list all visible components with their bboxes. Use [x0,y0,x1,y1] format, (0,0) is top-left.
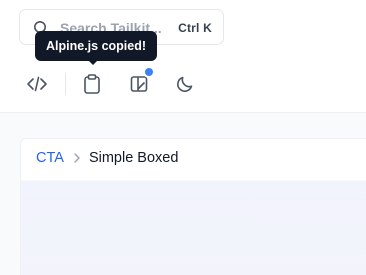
breadcrumb: CTA Simple Boxed [36,150,178,166]
notification-dot [145,68,153,76]
moon-icon [177,76,193,92]
tooltip-arrow [88,60,98,65]
code-view-button[interactable] [25,72,49,96]
breadcrumb-current: Simple Boxed [88,150,179,166]
chevron-right-icon [70,151,84,165]
preview-layout-icon [130,76,148,92]
clipboard-icon [84,74,100,94]
breadcrumb-parent-link[interactable]: CTA [36,150,64,166]
toolbar-divider [65,73,66,95]
dark-mode-toggle[interactable] [173,72,197,96]
top-toolbar: Search Tailkit... Ctrl K Alpine.js copie… [0,0,366,113]
keyboard-shortcut: Ctrl K [178,21,212,35]
code-icon [27,76,47,92]
copy-code-button[interactable] [80,72,104,96]
copied-tooltip: Alpine.js copied! [35,31,158,61]
